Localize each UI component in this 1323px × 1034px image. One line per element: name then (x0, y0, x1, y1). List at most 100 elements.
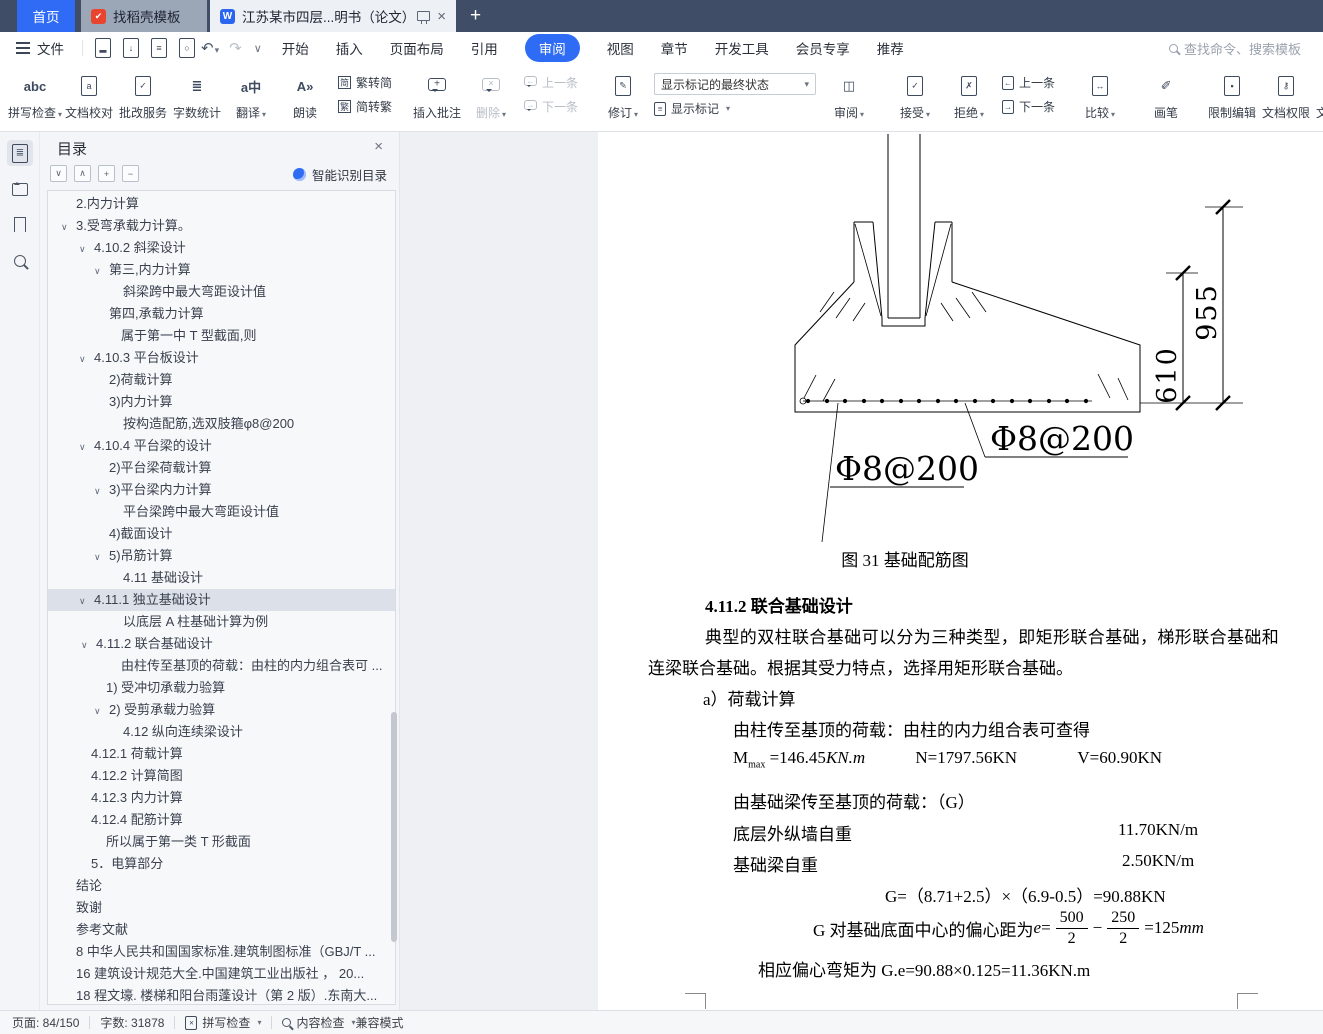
tab-docer-template[interactable]: ✔ 找稻壳模板 (81, 0, 207, 32)
material-box-button[interactable] (7, 176, 33, 202)
word-count-button[interactable]: ≣ 字数统计 (170, 70, 224, 123)
doc-certify-button[interactable]: 文档认证 (1313, 70, 1323, 123)
chevron-down-icon[interactable]: ∨ (94, 700, 109, 721)
toc-item[interactable]: 按构造配筋,选双肢箍φ8@200 (48, 413, 395, 435)
toc-item[interactable]: 属于第一中 T 型截面,则 (48, 325, 395, 347)
toc-collapse-all-button[interactable]: ∧ (74, 165, 91, 182)
spell-check-button[interactable]: abc 拼写检查 ▾ (8, 70, 62, 123)
toc-item[interactable]: 2)平台梁荷载计算 (48, 457, 395, 479)
toc-expand-all-button[interactable]: ∨ (50, 165, 67, 182)
menu-tab-插入[interactable]: 插入 (336, 38, 363, 58)
toc-item[interactable]: 1) 受冲切承载力验算 (48, 677, 395, 699)
restrict-editing-button[interactable]: 限制编辑 (1205, 70, 1259, 123)
toc-item[interactable]: 4.11 基础设计 (48, 567, 395, 589)
toc-panel-button[interactable] (7, 140, 33, 166)
toc-item[interactable]: ∨ 3.受弯承载力计算。 (48, 215, 395, 237)
present-monitor-icon[interactable] (417, 11, 431, 24)
toc-item[interactable]: 致谢 (48, 897, 395, 919)
review-pane-button[interactable]: ◫ 审阅 ▾ (822, 70, 876, 123)
toc-item[interactable]: 4.12.2 计算简图 (48, 765, 395, 787)
compat-mode[interactable]: 兼容模式 (355, 1014, 403, 1031)
toc-item[interactable]: 3)内力计算 (48, 391, 395, 413)
toc-item[interactable]: 16 建筑设计规范大全.中国建筑工业出版社 ， 20... (48, 963, 395, 985)
toc-item[interactable]: 第四,承载力计算 (48, 303, 395, 325)
toc-scrollbar-thumb[interactable] (391, 712, 397, 942)
toc-item[interactable]: 4.12.3 内力计算 (48, 787, 395, 809)
toc-item[interactable]: 2.内力计算 (48, 193, 395, 215)
command-search[interactable]: 查找命令、搜索模板 (1168, 39, 1301, 58)
word-count[interactable]: 字数: 31878 (100, 1014, 164, 1031)
export-icon[interactable] (123, 38, 139, 58)
toc-item[interactable]: 8 中华人民共和国国家标准.建筑制图标准（GBJ/T ... (48, 941, 395, 963)
toc-item[interactable]: 参考文献 (48, 919, 395, 941)
tab-close-icon[interactable]: × (437, 9, 446, 24)
chevron-down-icon[interactable]: ∨ (79, 348, 94, 369)
save-icon[interactable] (95, 38, 111, 58)
toc-zoom-out-button[interactable]: − (122, 165, 139, 182)
print-icon[interactable] (151, 38, 167, 58)
content-check[interactable]: 内容检查 ▾ (282, 1014, 355, 1031)
chevron-down-icon[interactable]: ∨ (94, 260, 109, 281)
doc-proof-button[interactable]: 文档校对 (62, 70, 116, 123)
menu-tab-开始[interactable]: 开始 (282, 38, 309, 58)
toc-item[interactable]: 以底层 A 柱基础计算为例 (48, 611, 395, 633)
markup-state-select[interactable]: 显示标记的最终状态 ▾ (654, 73, 817, 95)
page-indicator[interactable]: 页面: 84/150 (12, 1014, 79, 1031)
accept-button[interactable]: 接受▾ (888, 70, 942, 123)
chevron-down-icon[interactable]: ∨ (79, 238, 94, 259)
toc-item[interactable]: ∨ 4.10.4 平台梁的设计 (48, 435, 395, 457)
doc-permission-button[interactable]: 文档权限 (1259, 70, 1313, 123)
toc-item[interactable]: 5．电算部分 (48, 853, 395, 875)
menu-tab-引用[interactable]: 引用 (471, 38, 498, 58)
menu-tab-章节[interactable]: 章节 (661, 38, 688, 58)
toc-item[interactable]: ∨ 4.11.2 联合基础设计 (48, 633, 395, 655)
toc-item[interactable]: 2)荷载计算 (48, 369, 395, 391)
convert-繁转简-button[interactable]: 简繁转简 (338, 74, 392, 91)
track-changes-button[interactable]: 修订▾ (596, 70, 650, 123)
toc-item[interactable]: 平台梁跨中最大弯距设计值 (48, 501, 395, 523)
more-commands-icon[interactable]: ∨ (254, 42, 262, 55)
toc-item[interactable]: ∨ 4.10.3 平台板设计 (48, 347, 395, 369)
chevron-down-icon[interactable]: ∨ (81, 634, 96, 655)
menu-tab-审阅[interactable]: 审阅 (524, 34, 580, 62)
toc-item[interactable]: 斜梁跨中最大弯距设计值 (48, 281, 395, 303)
toc-item[interactable]: ∨ 第三,内力计算 (48, 259, 395, 281)
toc-close-icon[interactable]: × (374, 138, 383, 155)
tab-document-active[interactable]: W 江苏某市四层...明书（论文） × (210, 0, 456, 32)
reject-button[interactable]: 拒绝▾ (942, 70, 996, 123)
bookmark-button[interactable] (7, 212, 33, 238)
correction-service-button[interactable]: 批改服务 (116, 70, 170, 123)
print-preview-icon[interactable] (179, 38, 195, 58)
toc-item[interactable]: 18 程文壕. 楼梯和阳台雨蓬设计（第 2 版）.东南大... (48, 985, 395, 1004)
tab-home[interactable]: 首页 (17, 0, 75, 32)
undo-button[interactable]: ↶▾ (201, 39, 219, 57)
menu-tab-视图[interactable]: 视图 (607, 38, 634, 58)
toc-item[interactable]: 4.12.1 荷载计算 (48, 743, 395, 765)
spell-check[interactable]: 拼写检查▾ (185, 1014, 261, 1031)
toc-item[interactable]: 由柱传至基顶的荷载：由柱的内力组合表可 ... (48, 655, 395, 677)
toc-item[interactable]: ∨ 4.11.1 独立基础设计 (48, 589, 395, 611)
toc-item[interactable]: ∨ 5)吊筋计算 (48, 545, 395, 567)
chevron-down-icon[interactable]: ∨ (79, 590, 94, 611)
chevron-down-icon[interactable]: ∨ (94, 546, 109, 567)
ink-pen-button[interactable]: ✐ 画笔 (1139, 70, 1193, 123)
document-page[interactable]: 610 955 Φ8@200 Φ8@200 图 31 基础配筋图 4.11.2 … (598, 132, 1323, 1010)
toc-item[interactable]: 结论 (48, 875, 395, 897)
toc-item[interactable]: ∨ 3)平台梁内力计算 (48, 479, 395, 501)
menu-tab-开发工具[interactable]: 开发工具 (715, 38, 769, 58)
show-markup-button[interactable]: 显示标记▾ (654, 100, 816, 117)
new-tab-button[interactable]: + (456, 0, 495, 32)
toc-item[interactable]: 4)截面设计 (48, 523, 395, 545)
change-nav-下一条-button[interactable]: 下一条 (1002, 98, 1055, 115)
toc-zoom-in-button[interactable]: + (98, 165, 115, 182)
toc-item[interactable]: 4.12 纵向连续梁设计 (48, 721, 395, 743)
change-nav-上一条-button[interactable]: 上一条 (1002, 74, 1055, 91)
menu-tab-页面布局[interactable]: 页面布局 (390, 38, 444, 58)
toc-item[interactable]: ∨ 4.10.2 斜梁设计 (48, 237, 395, 259)
menu-tab-会员专享[interactable]: 会员专享 (796, 38, 850, 58)
smart-toc-button[interactable]: 智能识别目录 (292, 165, 387, 184)
toc-item[interactable]: 所以属于第一类 T 形截面 (48, 831, 395, 853)
chevron-down-icon[interactable]: ∨ (79, 436, 94, 457)
menu-tab-推荐[interactable]: 推荐 (877, 38, 904, 58)
find-button[interactable] (7, 248, 33, 274)
